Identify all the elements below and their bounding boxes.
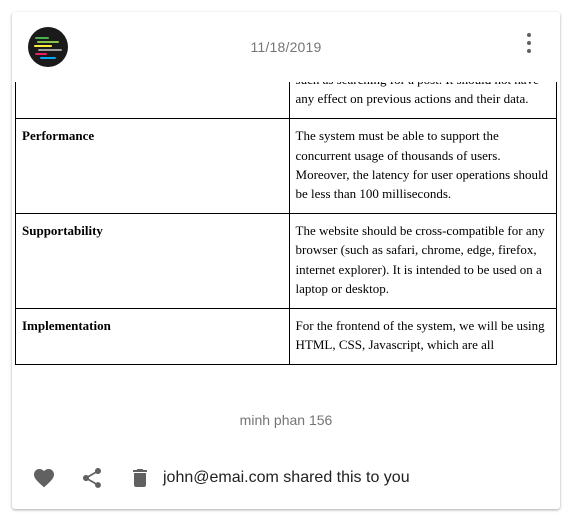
requirements-table: such as searching for a post. It should … [15,82,558,366]
row-value: For the frontend of the system, we will … [288,308,558,366]
row-value: such as searching for a post. It should … [288,82,558,120]
heart-icon [34,469,54,488]
row-value: The website should be cross-compatible f… [288,213,558,310]
more-options-button[interactable] [517,31,541,55]
action-bar: john@emai.com shared this to you [12,460,560,496]
more-vert-icon-dot [527,41,531,45]
post-caption: minh phan 156 [239,412,333,428]
row-key: Implementation [15,308,290,366]
delete-button[interactable] [128,466,152,490]
row-value: The system must be able to support the c… [288,118,558,215]
document-preview[interactable]: such as searching for a post. It should … [12,82,560,394]
post-date: 11/18/2019 [250,39,322,55]
share-icon [83,468,101,488]
like-button[interactable] [32,466,56,490]
share-button[interactable] [80,466,104,490]
table-row: such as searching for a post. It should … [15,82,558,120]
table-row: Performance The system must be able to s… [15,118,558,215]
table-row: Supportability The website should be cro… [15,213,558,310]
row-key: Supportability [15,213,290,310]
row-key: Performance [15,118,290,215]
table-row: Implementation For the frontend of the s… [15,308,558,366]
post-card: 11/18/2019 such as searching for a post.… [12,12,560,509]
more-vert-icon [527,33,531,37]
row-key [15,82,290,120]
more-vert-icon-dot [527,49,531,53]
trash-icon [133,469,147,487]
post-header: 11/18/2019 [12,12,560,82]
shared-by-text: john@emai.com shared this to you [163,469,410,486]
